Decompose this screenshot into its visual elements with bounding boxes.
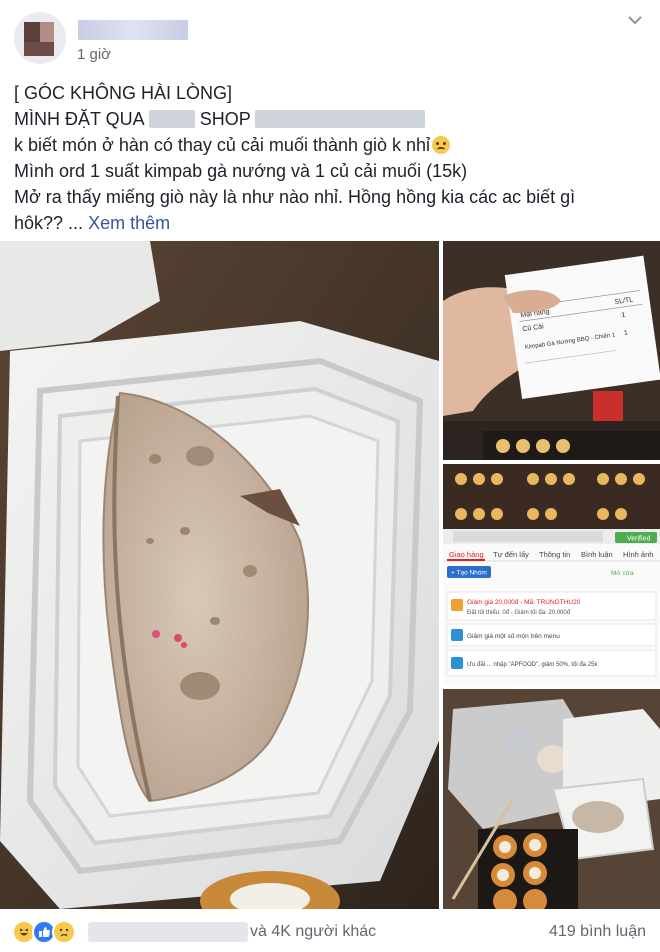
verified-badge: Verified [627, 536, 650, 543]
create-group-button: + Tạo Nhóm [451, 570, 487, 577]
redacted-text [148, 110, 195, 128]
more-options-chevron-icon[interactable] [624, 10, 646, 30]
promo-2: Giảm giá một số món trên menu [467, 631, 560, 640]
photo-app-screenshot[interactable]: Verified Giao hàng Tự đến lấy Thông tin … [443, 464, 660, 685]
promo-1-line-2: Đặt tối thiểu: 0đ - Giảm tối đa: 20,000đ [467, 609, 571, 616]
redacted-text [255, 110, 426, 128]
post-line-1: [ GÓC KHÔNG HÀI LÒNG] [14, 83, 233, 103]
post-line-6: hôk?? ... Xem thêm [14, 213, 171, 233]
reactor-names-blurred[interactable] [88, 922, 248, 942]
open-status: Mở cửa [611, 569, 634, 577]
photo-kimbap-and-boxes[interactable] [443, 689, 660, 909]
photo-sausage-in-foam-box[interactable] [0, 241, 439, 909]
author-name-blurred[interactable] [78, 20, 188, 40]
post-line-2: MÌNH ĐẶT QUA SHOP [14, 106, 650, 132]
post-timestamp[interactable]: 1 giờ [77, 46, 111, 63]
tab-giao-hang: Giao hàng [449, 550, 484, 559]
post-header: 1 giờ [0, 0, 660, 70]
confused-face-emoji-icon [432, 136, 451, 154]
reactions-bar: và 4K người khác 419 bình luận [0, 912, 660, 952]
tab-tu-den-lay: Tự đến lấy [493, 550, 529, 559]
post-text: [ GÓC KHÔNG HÀI LÒNG] MÌNH ĐẶT QUA SHOP … [14, 80, 650, 236]
tab-binh-luan: Bình luận [581, 550, 613, 559]
tab-thong-tin: Thông tin [539, 550, 570, 559]
reactions-count[interactable]: và 4K người khác [250, 923, 376, 941]
sad-reaction-icon [52, 920, 76, 944]
reaction-icons[interactable] [12, 920, 76, 944]
post-line-3: k biết món ở hàn có thay củ cải muối thà… [14, 132, 650, 158]
promo-1-line-1: Giảm giá 20,000đ - Mã: TRUNGTHU20 [467, 599, 581, 606]
avatar[interactable] [14, 12, 66, 64]
photo-grid: Mặt hàng SL/TL Củ Cải 1 Kimpab Gà Nướng … [0, 241, 660, 909]
promo-3: Ưu đãi ... nhập "APFOOD", giảm 50%, tối … [467, 662, 598, 668]
comments-count[interactable]: 419 bình luận [549, 923, 646, 941]
see-more-link[interactable]: Xem thêm [88, 213, 170, 233]
post-line-4: Mình ord 1 suất kimpab gà nướng và 1 củ … [14, 161, 468, 181]
photo-receipt[interactable]: Mặt hàng SL/TL Củ Cải 1 Kimpab Gà Nướng … [443, 241, 660, 460]
post-line-5: Mở ra thấy miếng giò này là như nào nhỉ.… [14, 187, 576, 207]
tab-hinh-anh: Hình ảnh [623, 550, 653, 559]
